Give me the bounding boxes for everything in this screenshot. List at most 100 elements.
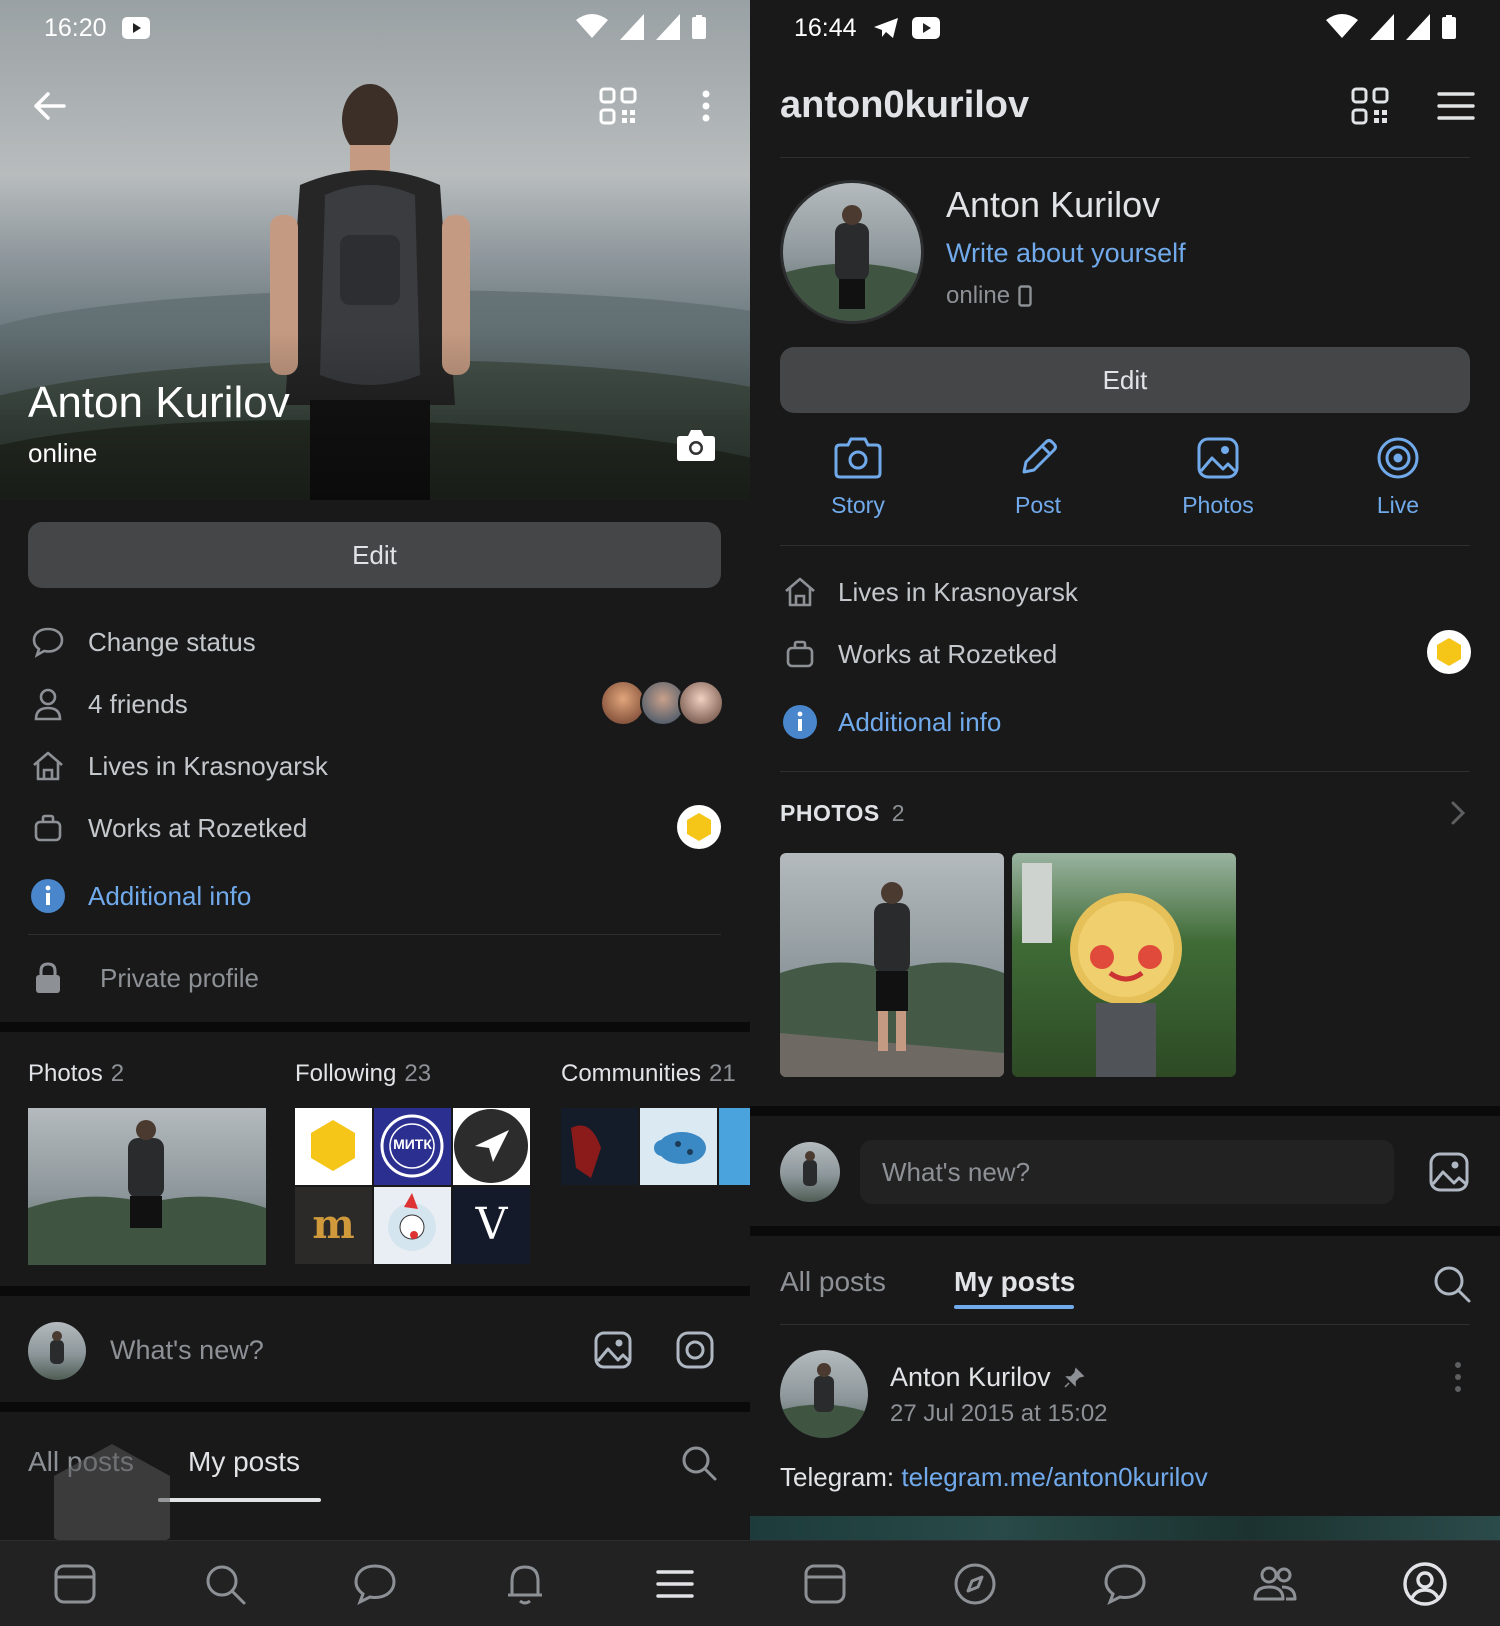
friend-avatar[interactable] bbox=[678, 680, 724, 726]
friends-icon[interactable] bbox=[1252, 1561, 1298, 1607]
community-tile[interactable] bbox=[561, 1108, 638, 1185]
photos-section-label: PHOTOS bbox=[780, 800, 880, 826]
city-label: Lives in Krasnoyarsk bbox=[88, 750, 328, 781]
online-status: online bbox=[28, 438, 98, 468]
image-icon[interactable] bbox=[593, 1330, 633, 1370]
photos-action[interactable]: Photos bbox=[1158, 436, 1278, 519]
search-icon[interactable] bbox=[1432, 1264, 1472, 1304]
write-about-link[interactable]: Write about yourself bbox=[946, 238, 1186, 269]
search-icon[interactable] bbox=[680, 1444, 718, 1482]
following-tile[interactable] bbox=[295, 1108, 372, 1185]
bottom-tab-bar bbox=[0, 1540, 750, 1626]
change-status-row[interactable]: Change status bbox=[28, 620, 721, 664]
more-vertical-icon[interactable] bbox=[696, 86, 716, 126]
post-action[interactable]: Post bbox=[978, 436, 1098, 519]
tab-my-posts[interactable]: My posts bbox=[954, 1266, 1075, 1298]
telegram-icon bbox=[874, 18, 898, 38]
post-author[interactable]: Anton Kurilov bbox=[890, 1362, 1085, 1393]
photo-thumbnail[interactable] bbox=[780, 853, 1004, 1077]
chat-bubble-icon bbox=[28, 622, 68, 662]
chevron-right-icon[interactable] bbox=[1450, 800, 1466, 826]
image-icon bbox=[1197, 437, 1239, 479]
info-icon bbox=[780, 702, 820, 742]
communities-section-title[interactable]: Communities 21 bbox=[561, 1060, 736, 1088]
photos-label: Photos bbox=[28, 1060, 103, 1087]
rozetked-logo[interactable] bbox=[676, 804, 722, 850]
home-icon bbox=[780, 572, 820, 612]
composer-input[interactable]: What's new? bbox=[860, 1140, 1394, 1204]
story-action[interactable]: Story bbox=[798, 436, 918, 519]
section-separator bbox=[0, 1022, 750, 1032]
messages-icon[interactable] bbox=[1102, 1561, 1148, 1607]
post-author-name: Anton Kurilov bbox=[890, 1362, 1051, 1392]
story-label: Story bbox=[831, 492, 885, 518]
photo-thumbnail[interactable] bbox=[28, 1108, 266, 1265]
youtube-icon bbox=[122, 17, 150, 39]
edit-profile-button[interactable]: Edit bbox=[28, 522, 721, 588]
post-image-preview[interactable] bbox=[750, 1516, 1500, 1540]
profile-screen-compact: 16:44 anton0kurilov Anton Kurilov Write … bbox=[750, 0, 1500, 1626]
tab-my-posts[interactable]: My posts bbox=[188, 1446, 300, 1478]
following-section-title[interactable]: Following 23 bbox=[295, 1060, 431, 1088]
divider bbox=[780, 771, 1470, 772]
post-link[interactable]: telegram.me/anton0kurilov bbox=[901, 1462, 1207, 1492]
following-tile[interactable] bbox=[453, 1108, 530, 1185]
work-row[interactable]: Works at Rozetked bbox=[780, 632, 1470, 676]
news-feed-icon[interactable] bbox=[52, 1561, 98, 1607]
post-author-avatar[interactable] bbox=[780, 1350, 868, 1438]
community-tile[interactable] bbox=[719, 1108, 750, 1185]
additional-info-row[interactable]: Additional info bbox=[28, 874, 721, 918]
tab-all-posts[interactable]: All posts bbox=[780, 1266, 886, 1298]
signal-icon bbox=[1370, 14, 1394, 40]
post-text: Telegram: telegram.me/anton0kurilov bbox=[780, 1462, 1208, 1493]
community-tile[interactable] bbox=[640, 1108, 717, 1185]
section-separator bbox=[0, 1402, 750, 1412]
following-tile[interactable]: V bbox=[453, 1187, 530, 1264]
following-tile[interactable] bbox=[374, 1187, 451, 1264]
post-text-prefix: Telegram: bbox=[780, 1462, 902, 1492]
status-time: 16:20 bbox=[44, 14, 107, 42]
following-tile[interactable]: МИТК bbox=[374, 1108, 451, 1185]
edit-profile-button[interactable]: Edit bbox=[780, 347, 1470, 413]
image-icon[interactable] bbox=[1428, 1151, 1470, 1193]
composer-avatar[interactable] bbox=[780, 1142, 840, 1202]
composer-avatar[interactable] bbox=[28, 1322, 86, 1380]
photos-section-count: 2 bbox=[891, 800, 906, 826]
rozetked-logo[interactable] bbox=[1426, 629, 1472, 675]
search-icon[interactable] bbox=[202, 1561, 248, 1607]
additional-info-row[interactable]: Additional info bbox=[780, 700, 1470, 744]
messages-icon[interactable] bbox=[352, 1561, 398, 1607]
work-row[interactable]: Works at Rozetked bbox=[28, 806, 721, 850]
live-action[interactable]: Live bbox=[1338, 436, 1458, 519]
youtube-icon bbox=[912, 17, 940, 39]
menu-icon[interactable] bbox=[1436, 86, 1476, 126]
notifications-bell-icon[interactable] bbox=[502, 1561, 548, 1607]
camera-icon[interactable] bbox=[675, 1330, 715, 1370]
wifi-icon bbox=[576, 14, 608, 38]
profile-icon[interactable] bbox=[1402, 1561, 1448, 1607]
photo-thumbnail[interactable] bbox=[1012, 853, 1236, 1077]
compass-icon[interactable] bbox=[952, 1561, 998, 1607]
news-feed-icon[interactable] bbox=[802, 1561, 848, 1607]
communities-label: Communities bbox=[561, 1060, 702, 1087]
photos-section-title[interactable]: PHOTOS 2 bbox=[780, 800, 905, 827]
following-tile[interactable]: m bbox=[295, 1187, 372, 1264]
city-row[interactable]: Lives in Krasnoyarsk bbox=[28, 744, 721, 788]
tab-indicator bbox=[158, 1498, 321, 1502]
divider bbox=[780, 1324, 1470, 1325]
friends-label: 4 friends bbox=[88, 688, 188, 719]
live-broadcast-icon bbox=[1377, 437, 1419, 479]
photos-section-title[interactable]: Photos 2 bbox=[28, 1060, 124, 1088]
qr-code-icon[interactable] bbox=[1350, 86, 1390, 126]
menu-icon[interactable] bbox=[652, 1561, 698, 1607]
composer-placeholder[interactable]: What's new? bbox=[110, 1335, 264, 1366]
bottom-tab-bar bbox=[750, 1540, 1500, 1626]
qr-code-icon[interactable] bbox=[598, 86, 638, 126]
post-label: Post bbox=[1014, 492, 1062, 518]
city-row[interactable]: Lives in Krasnoyarsk bbox=[780, 570, 1470, 614]
back-arrow-icon[interactable] bbox=[30, 86, 70, 126]
more-vertical-icon[interactable] bbox=[1452, 1360, 1464, 1394]
profile-avatar[interactable] bbox=[780, 180, 924, 324]
camera-icon[interactable] bbox=[676, 428, 716, 462]
change-status-label: Change status bbox=[88, 626, 256, 657]
